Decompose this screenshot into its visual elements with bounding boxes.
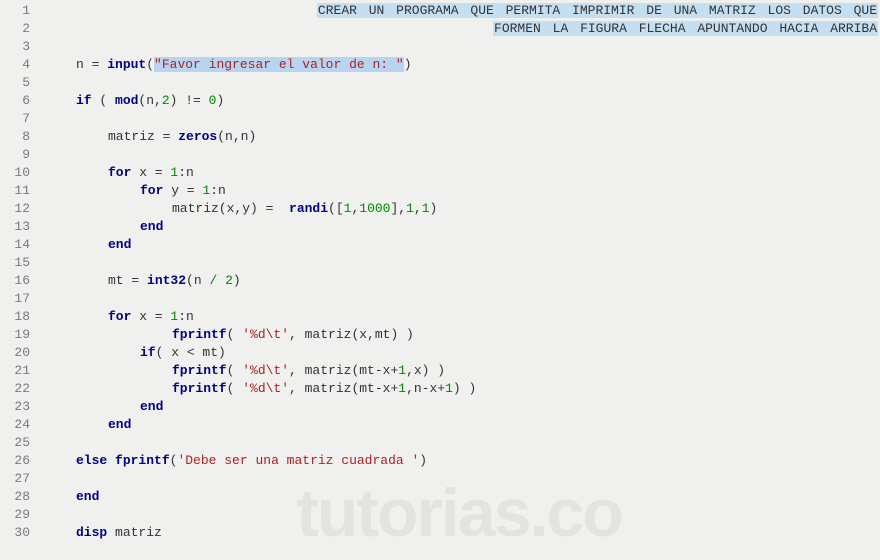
code-line[interactable]: n = input("Favor ingresar el valor de n:…: [44, 56, 880, 74]
code-line[interactable]: end: [44, 488, 880, 506]
code-line[interactable]: else fprintf('Debe ser una matriz cuadra…: [44, 452, 880, 470]
line-number: 20: [8, 344, 30, 362]
code-line[interactable]: for y = 1:n: [44, 182, 880, 200]
line-number: 25: [8, 434, 30, 452]
line-number: 8: [8, 128, 30, 146]
line-number-gutter: 1 2 3 4 5 6 7 8 9 10 11 12 13 14 15 16 1…: [0, 0, 38, 560]
line-number: 9: [8, 146, 30, 164]
code-line[interactable]: for x = 1:n: [44, 164, 880, 182]
line-number: 10: [8, 164, 30, 182]
line-number: 18: [8, 308, 30, 326]
line-number: 1: [8, 2, 30, 20]
line-number: 23: [8, 398, 30, 416]
code-line[interactable]: end: [44, 416, 880, 434]
line-number: 5: [8, 74, 30, 92]
code-line[interactable]: if ( mod(n,2) != 0): [44, 92, 880, 110]
line-number: 30: [8, 524, 30, 542]
code-line[interactable]: [44, 290, 880, 308]
code-line[interactable]: matriz = zeros(n,n): [44, 128, 880, 146]
line-number: 19: [8, 326, 30, 344]
code-line[interactable]: [44, 434, 880, 452]
line-number: 14: [8, 236, 30, 254]
line-number: 21: [8, 362, 30, 380]
line-number: 12: [8, 200, 30, 218]
code-editor: 1 2 3 4 5 6 7 8 9 10 11 12 13 14 15 16 1…: [0, 0, 880, 560]
line-number: 15: [8, 254, 30, 272]
line-number: 13: [8, 218, 30, 236]
line-number: 16: [8, 272, 30, 290]
code-line[interactable]: [44, 506, 880, 524]
line-number: 4: [8, 56, 30, 74]
comment-line-2: FORMEN LA FIGURA FLECHA APUNTANDO HACIA …: [317, 20, 878, 38]
code-line[interactable]: [44, 38, 880, 56]
header-comment: CREAR UN PROGRAMA QUE PERMITA IMPRIMIR D…: [317, 2, 878, 38]
line-number: 26: [8, 452, 30, 470]
line-number: 2: [8, 20, 30, 38]
line-number: 27: [8, 470, 30, 488]
code-line[interactable]: fprintf( '%d\t', matriz(mt-x+1,x) ): [44, 362, 880, 380]
line-number: 24: [8, 416, 30, 434]
code-line[interactable]: for x = 1:n: [44, 308, 880, 326]
code-line[interactable]: disp matriz: [44, 524, 880, 542]
line-number: 28: [8, 488, 30, 506]
code-line[interactable]: end: [44, 398, 880, 416]
line-number: 29: [8, 506, 30, 524]
code-line[interactable]: [44, 74, 880, 92]
line-number: 6: [8, 92, 30, 110]
code-line[interactable]: fprintf( '%d\t', matriz(mt-x+1,n-x+1) ): [44, 380, 880, 398]
code-line[interactable]: matriz(x,y) = randi([1,1000],1,1): [44, 200, 880, 218]
code-line[interactable]: [44, 470, 880, 488]
line-number: 17: [8, 290, 30, 308]
code-line[interactable]: [44, 146, 880, 164]
comment-line-1: CREAR UN PROGRAMA QUE PERMITA IMPRIMIR D…: [317, 2, 878, 20]
code-line[interactable]: if( x < mt): [44, 344, 880, 362]
code-line[interactable]: end: [44, 236, 880, 254]
code-line[interactable]: fprintf( '%d\t', matriz(x,mt) ): [44, 326, 880, 344]
line-number: 7: [8, 110, 30, 128]
code-area[interactable]: CREAR UN PROGRAMA QUE PERMITA IMPRIMIR D…: [38, 0, 880, 560]
code-line[interactable]: [44, 110, 880, 128]
line-number: 3: [8, 38, 30, 56]
line-number: 22: [8, 380, 30, 398]
code-line[interactable]: end: [44, 218, 880, 236]
code-line[interactable]: [44, 254, 880, 272]
line-number: 11: [8, 182, 30, 200]
code-line[interactable]: mt = int32(n / 2): [44, 272, 880, 290]
